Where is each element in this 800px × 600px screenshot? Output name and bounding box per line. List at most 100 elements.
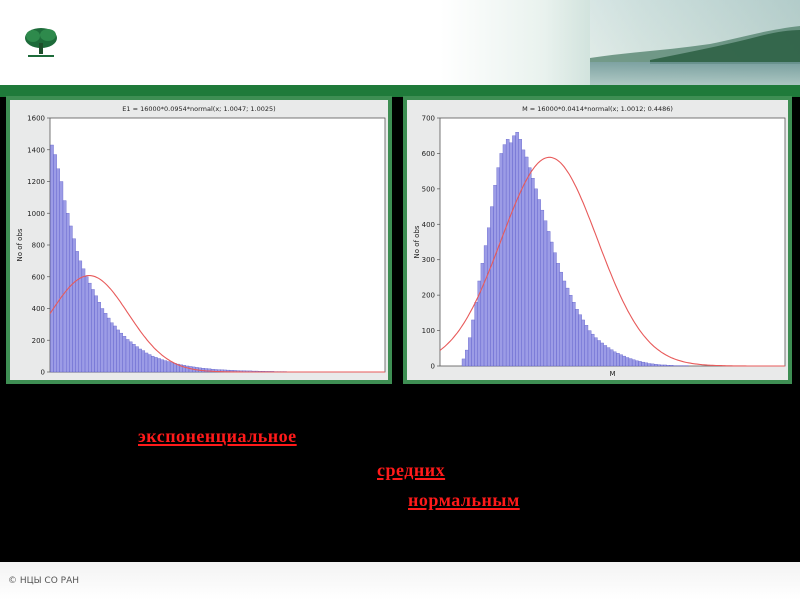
histogram-bar bbox=[631, 359, 636, 367]
histogram-bar bbox=[132, 344, 136, 373]
histogram-bar bbox=[663, 364, 667, 367]
histogram-bar bbox=[628, 358, 633, 367]
histogram-bar bbox=[163, 360, 168, 373]
histogram-bar bbox=[144, 352, 149, 373]
histogram-panel-e1: E1 = 16000*0.0954*normal(x; 1.0047; 1.00… bbox=[6, 96, 392, 384]
histogram-bar bbox=[169, 362, 174, 373]
tree-logo-icon bbox=[22, 25, 60, 59]
histogram-bar bbox=[509, 142, 513, 367]
chart-title: E1 = 16000*0.0954*normal(x; 1.0047; 1.00… bbox=[122, 105, 275, 113]
histogram-bar bbox=[173, 363, 177, 373]
y-tick-label: 0 bbox=[431, 363, 435, 371]
histogram-bar bbox=[490, 206, 494, 367]
caption-exponential: экспоненциальное bbox=[138, 426, 297, 446]
footer-copyright: © НЦЫ СО РАН bbox=[8, 576, 79, 586]
histogram-bar bbox=[100, 308, 105, 373]
histogram-bar bbox=[505, 139, 510, 367]
histogram-bar bbox=[135, 346, 139, 373]
histogram-bar bbox=[496, 167, 500, 367]
y-tick-label: 1000 bbox=[27, 210, 45, 218]
histogram-bar bbox=[625, 357, 630, 367]
histogram-bar bbox=[650, 363, 655, 367]
histogram-bar bbox=[493, 185, 497, 367]
histogram-bar bbox=[97, 301, 101, 373]
histogram-bar bbox=[669, 365, 674, 367]
histogram-bar bbox=[88, 282, 92, 373]
y-tick-label: 200 bbox=[422, 292, 435, 300]
histogram-bar bbox=[581, 319, 585, 367]
histogram-bar bbox=[50, 144, 54, 373]
histogram-bar bbox=[647, 363, 652, 367]
histogram-bar bbox=[125, 339, 130, 373]
histogram-bar bbox=[56, 168, 61, 373]
histogram-bar bbox=[562, 280, 567, 367]
histogram-bar bbox=[62, 200, 67, 373]
histogram-bar bbox=[575, 309, 579, 367]
histogram-bar bbox=[69, 225, 73, 373]
y-tick-label: 1600 bbox=[27, 115, 45, 123]
histogram-bar bbox=[638, 361, 642, 367]
histogram-bar bbox=[53, 154, 57, 373]
histogram-bar bbox=[644, 362, 648, 367]
histogram-bar bbox=[657, 364, 661, 367]
histogram-bar bbox=[72, 238, 76, 373]
histogram-bar bbox=[154, 357, 158, 373]
histogram-bar bbox=[94, 295, 98, 373]
histogram-bar bbox=[75, 251, 79, 373]
y-tick-label: 400 bbox=[422, 221, 435, 229]
histogram-bar bbox=[119, 332, 123, 373]
histogram-bar bbox=[147, 354, 152, 373]
y-axis-label: No of obs bbox=[16, 228, 24, 261]
histogram-bar bbox=[113, 325, 117, 373]
histogram-bar bbox=[587, 330, 592, 367]
histogram-svg: E1 = 16000*0.0954*normal(x; 1.0047; 1.00… bbox=[16, 105, 386, 377]
histogram-bar bbox=[483, 245, 488, 367]
histogram-bar bbox=[141, 350, 146, 373]
histogram-bar bbox=[465, 349, 469, 367]
histogram-bar bbox=[499, 153, 504, 367]
histogram-bar bbox=[543, 220, 548, 367]
y-axis-label: No of obs bbox=[413, 225, 421, 258]
histogram-bar bbox=[550, 241, 554, 367]
histogram-bar bbox=[597, 340, 601, 367]
histogram-bar bbox=[151, 355, 155, 373]
histogram-bar bbox=[609, 349, 614, 367]
histogram-bar bbox=[534, 188, 538, 367]
histogram-bar bbox=[166, 361, 171, 373]
histogram-bar bbox=[619, 354, 623, 367]
histogram-bar bbox=[185, 365, 190, 373]
histogram-bar bbox=[559, 271, 563, 367]
x-axis-label: M bbox=[609, 370, 615, 378]
histogram-bar bbox=[518, 139, 522, 367]
lake-landscape-image bbox=[590, 0, 800, 85]
histogram-bar bbox=[613, 351, 617, 367]
histogram-bar bbox=[129, 341, 133, 373]
histogram-bar bbox=[59, 181, 64, 373]
histogram-bar bbox=[603, 345, 608, 367]
histogram-bar bbox=[616, 353, 620, 367]
histogram-bar bbox=[546, 231, 551, 367]
histogram-bar bbox=[590, 333, 595, 367]
histogram-bar bbox=[157, 358, 161, 373]
histogram-bar bbox=[103, 313, 108, 373]
histogram-bar bbox=[66, 213, 70, 373]
histogram-bar bbox=[594, 337, 598, 367]
histogram-bar bbox=[606, 347, 611, 367]
histogram-bar bbox=[600, 342, 604, 367]
histogram-bar bbox=[528, 167, 532, 367]
histogram-bar bbox=[622, 355, 626, 367]
y-tick-label: 600 bbox=[32, 273, 45, 281]
histogram-bar bbox=[568, 294, 573, 367]
histogram-bar bbox=[660, 364, 664, 367]
histogram-bar bbox=[106, 317, 111, 373]
y-tick-label: 200 bbox=[32, 337, 45, 345]
histogram-bar bbox=[584, 325, 589, 367]
y-tick-label: 500 bbox=[422, 185, 435, 193]
histogram-bar bbox=[515, 132, 519, 367]
histogram-bar bbox=[122, 336, 127, 373]
y-tick-label: 700 bbox=[422, 115, 435, 123]
y-tick-label: 300 bbox=[422, 256, 435, 264]
histogram-bar bbox=[468, 337, 472, 367]
histogram-bar bbox=[84, 276, 89, 373]
histogram-bar bbox=[641, 361, 645, 367]
